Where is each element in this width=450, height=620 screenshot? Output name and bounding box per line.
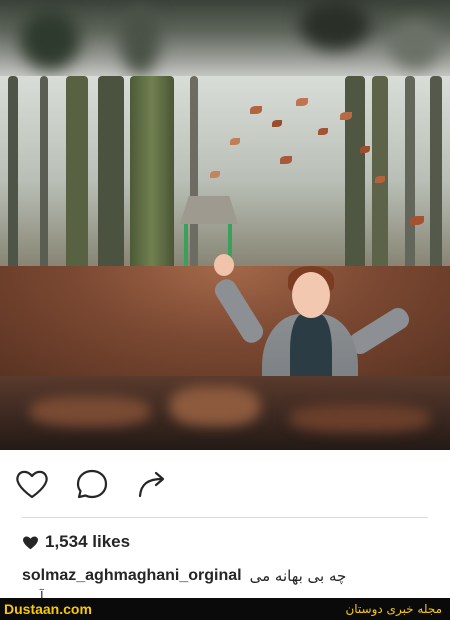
likes-count: 1,534 likes (45, 532, 131, 551)
gazebo (180, 196, 238, 224)
username-link[interactable]: solmaz_aghmaghani_orginal (22, 567, 242, 585)
likes-row[interactable]: 1,534 likes (22, 530, 130, 554)
heart-outline-icon[interactable] (12, 464, 52, 504)
watermark-footer: Dustaan.com مجله خبری دوستان (0, 598, 450, 620)
share-arrow-icon[interactable] (132, 464, 172, 504)
site-watermark: Dustaan.com (4, 601, 92, 617)
heart-filled-icon (23, 535, 38, 549)
caption-text: چه بی بهانه می (249, 567, 347, 585)
comment-bubble-icon[interactable] (72, 464, 112, 504)
caption: solmaz_aghmaghani_orginal چه بی بهانه می (22, 563, 432, 589)
blurred-photo-bottom (0, 376, 450, 450)
divider (22, 517, 428, 518)
magazine-name: مجله خبری دوستان (345, 602, 442, 616)
post-actions (0, 450, 450, 518)
blurred-photo-top (0, 0, 450, 76)
post-photo[interactable] (0, 0, 450, 450)
forest-photo (0, 76, 450, 376)
